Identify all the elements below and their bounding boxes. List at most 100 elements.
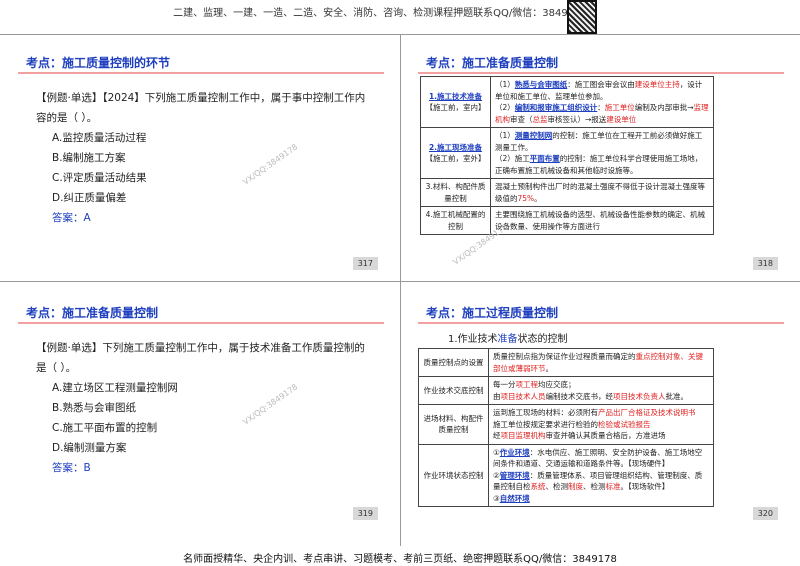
- slide-title: 考点：施工准备质量控制: [426, 56, 559, 70]
- table-cell: 混凝土预制构件出厂时的混凝土强度不得低于设计混凝土强度等级值的75%。: [490, 178, 714, 207]
- cell-text: 施工单位: [604, 103, 635, 112]
- cell-text: 。【现场软件】: [620, 482, 670, 491]
- cell-text: 建设单位主持: [634, 80, 680, 89]
- cell-text: 、检测: [583, 482, 606, 491]
- table-cell: 运到施工现场的材料：必须附有产品出厂合格证及技术说明书 施工单位按规定要求进行检验…: [488, 404, 714, 445]
- table-cell: ①作业环境：水电供应、施工照明、安全防护设备、施工场地空间条件和通道、交通运输和…: [488, 443, 714, 507]
- table-cell: 主要围绕施工机械设备的选型、机械设备性能参数的确定、机械设备数量、使用操作等方面…: [490, 206, 714, 235]
- cell-text: 自然环境: [499, 493, 530, 503]
- page-number: 319: [352, 507, 378, 520]
- qr-code: [567, 0, 597, 34]
- slide-title: 考点：施工准备质量控制: [26, 306, 159, 320]
- table-cell: （1）熟悉与会审图纸：施工图会审会议由建设单位主持，设计单位和施工单位、监理单位…: [490, 76, 714, 128]
- cell-text: 建设单位: [606, 114, 637, 124]
- page-number: 317: [352, 257, 378, 270]
- page-footer: 名师面授精华、央企内训、考点串讲、习题模考、考前三页纸、绝密押题联系QQ/微信：…: [183, 554, 617, 565]
- cell-text: ：施工图会审会议由: [567, 80, 635, 89]
- divider: [400, 34, 401, 546]
- cell-text: 制度: [568, 482, 583, 491]
- cell-text: 2.施工现场准备: [428, 142, 483, 152]
- title-underline: [418, 72, 784, 74]
- cell-text: 总监: [532, 114, 548, 124]
- slide-320: 考点：施工过程质量控制 1.作业技术准备状态的控制 质量控制点的设置 质量控制点指…: [408, 290, 792, 526]
- question: 【例题·单选】【2024】下列施工质量控制工作中，属于事中控制工作内容的是（ ）…: [36, 88, 372, 228]
- cell-text: 项目技术负责人: [613, 391, 666, 401]
- cell-text: 项工程: [515, 380, 539, 389]
- slide-318: 考点：施工准备质量控制 1.施工技术准备 【施工前，室内】 （1）熟悉与会审图纸：…: [408, 40, 792, 276]
- cell-text: 平面布置: [529, 154, 560, 163]
- table-cell: 作业技术交底控制: [418, 376, 489, 405]
- slide-title: 考点：施工过程质量控制: [426, 306, 559, 320]
- page-number: 320: [752, 507, 778, 520]
- table-cell: （1）测量控制网的控制：施工单位在工程开工前必须做好施工测量工作。 （2）施工平面…: [490, 127, 714, 179]
- cell-text: 。: [534, 193, 542, 203]
- cell-text: 运到施工现场的材料：必须附有: [493, 408, 598, 417]
- option: A.建立场区工程测量控制网: [52, 382, 178, 394]
- cell-text: 编制和报审施工组织设计: [514, 103, 598, 112]
- cell-text: 经: [493, 431, 501, 440]
- cell-text: 。: [545, 363, 554, 373]
- question-text: 【例题·单选】【2024】下列施工质量控制工作中，属于事中控制工作内容的是（ ）…: [36, 92, 366, 124]
- cell-text: ②: [493, 470, 500, 480]
- cell-text: 审查并确认其质量合格后，方准进场: [545, 431, 666, 440]
- option: B.熟悉与会审图纸: [52, 402, 137, 414]
- table-cell: 进场材料、构配件质量控制: [418, 404, 489, 445]
- cell-text: （1）: [495, 80, 515, 89]
- cell-text: （1）: [495, 131, 515, 140]
- cell-text: 批准。: [665, 391, 689, 401]
- cell-text: 熟悉与会审图纸: [514, 80, 568, 89]
- answer: 答案：B: [52, 462, 91, 474]
- cell-text: 质量控制点指为保证作业过程质量而确定的: [493, 352, 636, 361]
- option: D.编制测量方案: [52, 442, 127, 454]
- question-text: 【例题·单选】下列施工质量控制工作中，属于技术准备工作质量控制的是（ ）。: [36, 342, 365, 374]
- cell-text: ③: [493, 493, 500, 503]
- option: A.监控质量活动过程: [52, 132, 147, 144]
- slide-319: 考点：施工准备质量控制 【例题·单选】下列施工质量控制工作中，属于技术准备工作质…: [8, 290, 392, 526]
- cell-text: 、检测: [545, 482, 569, 491]
- cell-text: 审核签认）→报送: [547, 114, 607, 124]
- cell-text: 作业环境: [499, 447, 530, 457]
- table-cell: 1.施工技术准备 【施工前，室内】: [420, 76, 491, 128]
- table-cell: 2.施工现场准备 【施工前，室外】: [420, 127, 491, 179]
- cell-text: 由: [493, 391, 501, 401]
- prep-table: 1.施工技术准备 【施工前，室内】 （1）熟悉与会审图纸：施工图会审会议由建设单位…: [420, 76, 714, 235]
- process-table: 质量控制点的设置 质量控制点指为保证作业过程质量而确定的重点控制对象、关键部位或薄…: [418, 348, 714, 507]
- table-cell: 质量控制点的设置: [418, 348, 489, 377]
- table-cell: 质量控制点指为保证作业过程质量而确定的重点控制对象、关键部位或薄弱环节。: [488, 348, 714, 377]
- cell-text: 项目监理机构: [500, 431, 546, 440]
- question: 【例题·单选】下列施工质量控制工作中，属于技术准备工作质量控制的是（ ）。 A.…: [36, 338, 372, 478]
- cell-text: 【施工前，室外】: [425, 154, 486, 163]
- cell-text: 1.施工技术准备: [428, 91, 483, 101]
- option: C.施工平面布置的控制: [52, 422, 158, 434]
- cell-text: （2）: [495, 103, 515, 112]
- cell-text: 编制技术交底书，经: [545, 391, 614, 401]
- cell-text: 检验或试验报告: [598, 419, 651, 429]
- table-cell: 3.材料、构配件质量控制: [420, 178, 491, 207]
- answer: 答案：A: [52, 212, 91, 224]
- table-cell: 每一分项工程均应交底； 由项目技术人员编制技术交底书，经项目技术负责人批准。: [488, 376, 714, 405]
- divider: [0, 281, 800, 282]
- cell-text: ：: [597, 103, 605, 112]
- cell-text: （2）施工: [495, 154, 530, 163]
- option: B.编制施工方案: [52, 152, 126, 164]
- cell-text: 系统: [530, 482, 546, 491]
- title-underline: [18, 72, 384, 74]
- slide-title: 考点：施工质量控制的环节: [26, 56, 171, 70]
- page-number: 318: [752, 257, 778, 270]
- cell-text: 每一分: [493, 380, 516, 389]
- slide-317: 考点：施工质量控制的环节 【例题·单选】【2024】下列施工质量控制工作中，属于…: [8, 40, 392, 276]
- cell-text: 测量控制网: [514, 131, 553, 140]
- section-heading: 1.作业技术准备状态的控制: [448, 334, 568, 345]
- table-cell: 作业环境状态控制: [418, 443, 489, 507]
- cell-text: 项目技术人员: [500, 391, 546, 401]
- cell-text: 编制及内部审批→: [634, 103, 694, 112]
- cell-text: 产品出厂合格证及技术说明书: [598, 408, 696, 417]
- cell-text: 均应交底；: [538, 380, 576, 389]
- cell-text: 【施工前，室内】: [425, 103, 486, 112]
- cell-text: 75%: [517, 193, 535, 203]
- title-underline: [418, 322, 784, 324]
- cell-text: 审查（: [510, 114, 533, 124]
- cell-text: 施工单位按规定要求进行检验的: [493, 419, 598, 429]
- cell-text: 标准: [605, 482, 621, 491]
- option: C.评定质量活动结果: [52, 172, 147, 184]
